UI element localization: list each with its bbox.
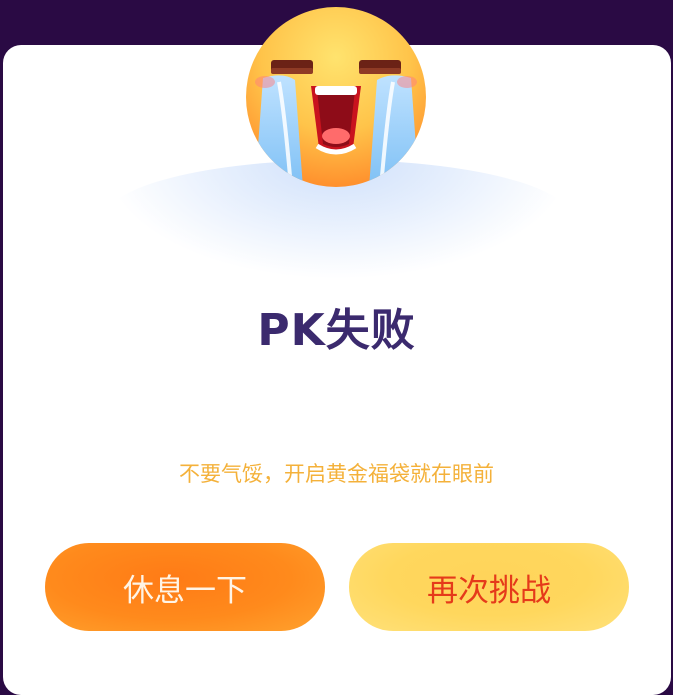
retry-button-label: 再次挑战 xyxy=(427,572,551,609)
dialog-message: 不要气馁，开启黄金福袋就在眼前 xyxy=(179,462,494,486)
crying-face-icon xyxy=(246,7,426,187)
retry-button[interactable]: 再次挑战 xyxy=(349,543,629,631)
rest-button[interactable]: 休息一下 xyxy=(45,543,325,631)
rest-button-label: 休息一下 xyxy=(123,572,247,609)
dialog-title: PK失败 xyxy=(257,305,416,356)
